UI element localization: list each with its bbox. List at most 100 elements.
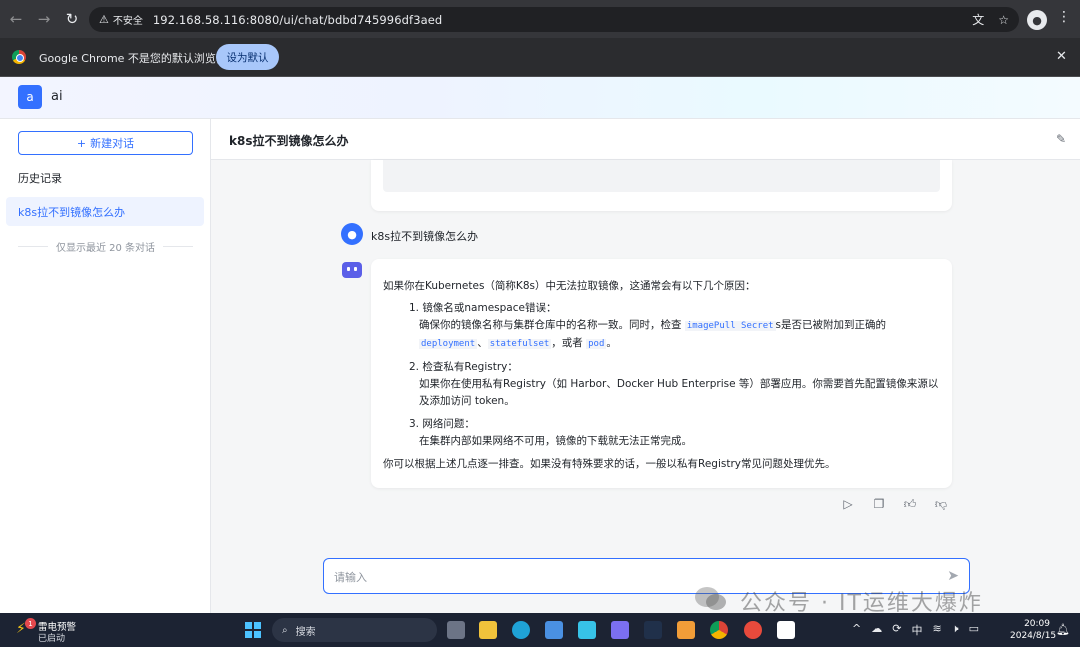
item-text: s是否已被附加到正确的 — [775, 319, 887, 331]
history-heading: 历史记录 — [18, 172, 62, 185]
url-text[interactable]: 192.168.58.116:8080/ui/chat/bdbd745996df… — [153, 13, 442, 27]
default-browser-infobar: Google Chrome 不是您的默认浏览器 设为默认 ✕ — [0, 38, 1080, 77]
wifi-icon[interactable]: ≋ — [932, 622, 941, 638]
answer-list-item: 3. 网络问题： 在集群内部如果网络不可用，镜像的下载就无法正常完成。 — [409, 416, 940, 450]
thumbs-down-icon[interactable]: 👎︎ — [934, 497, 948, 511]
app-logo: a — [18, 85, 42, 109]
windows-start-icon[interactable] — [245, 622, 261, 638]
inline-code: deployment — [419, 339, 478, 349]
answer-card: 如果你在Kubernetes（简称K8s）中无法拉取镜像，这通常会有以下几个原因… — [371, 259, 952, 488]
item-number: 1. — [409, 302, 420, 314]
item-title: 镜像名或namespace错误： — [422, 302, 557, 314]
chat-title: k8s拉不到镜像怎么办 — [229, 134, 349, 148]
edit-icon[interactable]: ✎ — [1056, 132, 1066, 146]
previous-answer-card — [371, 160, 952, 211]
bookmark-star-icon[interactable]: ☆ — [998, 13, 1009, 27]
item-number: 3. — [409, 418, 420, 430]
play-icon[interactable]: ▷ — [841, 497, 855, 511]
history-item[interactable]: k8s拉不到镜像怎么办 — [6, 197, 204, 226]
inline-code: imagePull Secret — [684, 321, 776, 331]
answer-list-item: 1. 镜像名或namespace错误： 确保你的镜像名称与集群仓库中的名称一致。… — [409, 300, 940, 353]
infobar-text: Google Chrome 不是您的默认浏览器 — [39, 52, 227, 65]
copy-icon[interactable]: ❐ — [872, 497, 886, 511]
app-header: a ai — [0, 77, 1080, 119]
inline-code: pod — [586, 339, 607, 349]
set-default-button[interactable]: 设为默认 — [216, 44, 279, 70]
item-body: 如果你在使用私有Registry（如 Harbor、Docker Hub Ent… — [419, 378, 939, 407]
notification-badge: 1 — [25, 618, 36, 629]
file-explorer-icon[interactable] — [479, 621, 497, 639]
item-title: 检查私有Registry： — [422, 361, 518, 373]
app-icon-azure[interactable] — [578, 621, 596, 639]
task-view-icon[interactable] — [447, 621, 465, 639]
divider — [18, 246, 48, 247]
clock-date: 2024/8/15 — [1010, 631, 1057, 641]
browser-toolbar: ← → ↻ ⚠ 不安全 192.168.58.116:8080/ui/chat/… — [0, 0, 1080, 38]
answer-outro: 你可以根据上述几点逐一排查。如果没有特殊要求的话，一般以私有Registry常见… — [383, 458, 836, 470]
item-number: 2. — [409, 361, 420, 373]
chat-input[interactable] — [334, 568, 924, 586]
edge-icon[interactable] — [512, 621, 530, 639]
ime-label[interactable]: 中 — [911, 622, 922, 638]
item-text: 确保你的镜像名称与集群仓库中的名称一致。同时，检查 — [419, 319, 685, 331]
answer-intro: 如果你在Kubernetes（简称K8s）中无法拉取镜像，这通常会有以下几个原因… — [383, 280, 756, 292]
app-icon-m[interactable] — [611, 621, 629, 639]
item-title: 网络问题： — [422, 418, 475, 430]
app-icon-red[interactable] — [744, 621, 762, 639]
close-icon[interactable]: ✕ — [1056, 49, 1067, 64]
app-icon-box[interactable] — [677, 621, 695, 639]
chat-panel: k8s拉不到镜像怎么办 ✎ ● k8s拉不到镜像怎么办 如果你在Kubernet… — [211, 119, 1080, 613]
bot-avatar — [342, 262, 362, 278]
answer-list-item: 2. 检查私有Registry： 如果你在使用私有Registry（如 Harb… — [409, 359, 940, 410]
plus-icon: + — [76, 136, 87, 150]
item-text: ，或者 — [551, 337, 587, 349]
divider — [163, 246, 193, 247]
chat-header: k8s拉不到镜像怎么办 ✎ — [211, 119, 1080, 160]
chrome-logo-icon — [12, 50, 26, 64]
thumbs-up-icon[interactable]: 👍︎ — [903, 497, 917, 511]
notification-bell-icon[interactable]: 🔔︎ — [1056, 623, 1070, 636]
address-bar[interactable]: ⚠ 不安全 192.168.58.116:8080/ui/chat/bdbd74… — [89, 7, 1019, 32]
clock[interactable]: 20:09 2024/8/15 — [1010, 618, 1057, 642]
user-message: k8s拉不到镜像怎么办 — [371, 230, 479, 243]
history-note-text: 仅显示最近 20 条对话 — [55, 243, 156, 254]
item-body: 在集群内部如果网络不可用，镜像的下载就无法正常完成。 — [419, 435, 692, 447]
app-name: ai — [51, 89, 63, 104]
item-text: 。 — [606, 337, 617, 349]
sidebar: + 新建对话 历史记录 k8s拉不到镜像怎么办 仅显示最近 20 条对话 — [0, 119, 211, 613]
reload-icon[interactable]: ↻ — [58, 0, 86, 38]
sync-icon[interactable]: ⟳ — [892, 622, 901, 638]
battery-icon[interactable]: ▭ — [969, 622, 979, 638]
volume-icon[interactable]: 🕨 — [952, 622, 959, 638]
profile-icon[interactable]: ● — [1027, 10, 1047, 30]
chevron-up-icon[interactable]: ^ — [852, 622, 861, 638]
new-chat-button[interactable]: + 新建对话 — [18, 131, 193, 155]
item-text: 、 — [477, 337, 488, 349]
weather-widget[interactable]: ⚡ 1 雷电预警 已启动 — [16, 618, 76, 644]
forward-icon[interactable]: → — [30, 0, 58, 38]
send-icon[interactable]: ➤ — [947, 568, 959, 584]
new-chat-label: 新建对话 — [90, 137, 135, 150]
chrome-taskbar-icon[interactable] — [710, 621, 728, 639]
history-note: 仅显示最近 20 条对话 — [18, 239, 193, 254]
search-label: 搜索 — [295, 626, 316, 638]
wechat-logo-icon — [695, 587, 726, 610]
back-icon[interactable]: ← — [2, 0, 30, 38]
weather-status: 已启动 — [38, 634, 66, 644]
browser-menu-icon[interactable]: ⋮ — [1057, 9, 1071, 25]
user-avatar: ● — [341, 223, 363, 245]
security-label[interactable]: 不安全 — [113, 12, 143, 27]
app-icon-typora[interactable] — [777, 621, 795, 639]
taskbar: ⚡ 1 雷电预警 已启动 ⌕ 搜索 ^ ☁ ⟳ 中 ≋ 🕨 ▭ 20:09 20… — [0, 613, 1080, 647]
previous-code-block — [383, 160, 940, 192]
store-icon[interactable] — [545, 621, 563, 639]
wechat-tray-icon[interactable]: ☁ — [871, 622, 882, 638]
warning-icon[interactable]: ⚠ — [99, 13, 109, 26]
translate-icon[interactable]: 文 — [972, 11, 984, 28]
taskbar-search[interactable]: ⌕ 搜索 — [272, 618, 437, 642]
inline-code: statefulset — [487, 339, 552, 349]
answer-actions: ▷ ❐ 👍︎ 👎︎ — [841, 497, 948, 512]
search-icon: ⌕ — [282, 624, 288, 636]
system-tray: ^ ☁ ⟳ 中 ≋ 🕨 ▭ — [852, 622, 979, 638]
app-icon-terminal[interactable] — [644, 621, 662, 639]
